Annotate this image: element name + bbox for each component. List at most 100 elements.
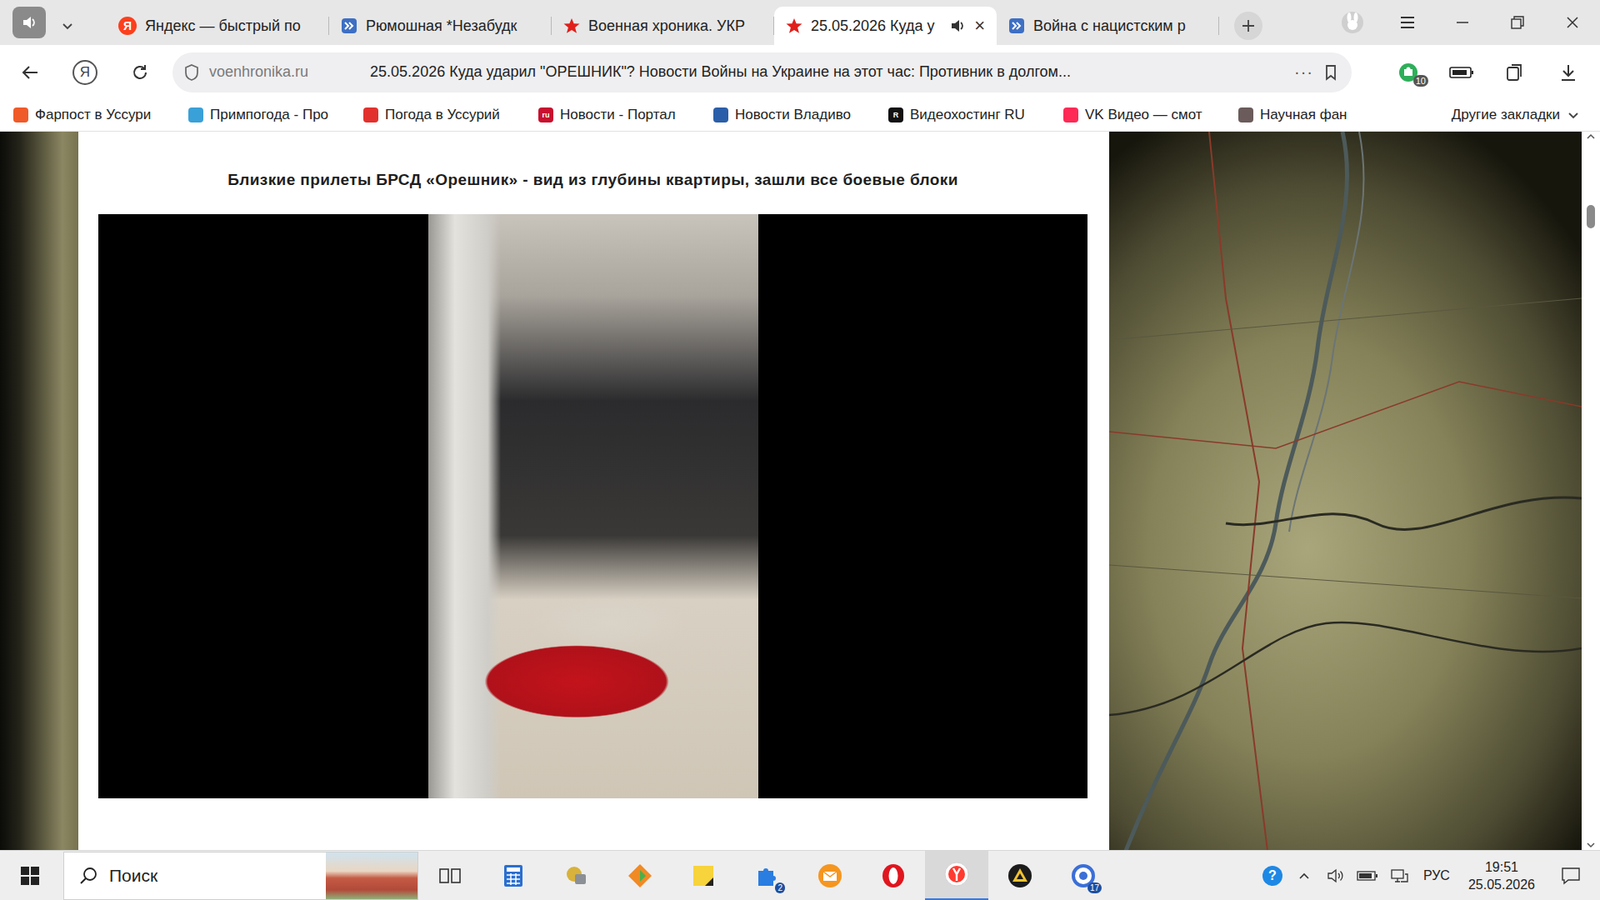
bookmark-label: Примпогода - Про bbox=[210, 106, 329, 124]
reload-button[interactable] bbox=[112, 50, 168, 95]
video-player[interactable] bbox=[98, 214, 1088, 799]
back-button[interactable] bbox=[2, 50, 58, 95]
download-icon bbox=[1558, 62, 1579, 83]
close-window-button[interactable] bbox=[1545, 0, 1600, 45]
speaker-icon bbox=[20, 14, 38, 31]
taskbar-app[interactable] bbox=[545, 850, 609, 900]
yandex-favicon: Я bbox=[118, 16, 137, 35]
bookmark-favicon bbox=[1238, 107, 1254, 123]
scroll-up-icon[interactable] bbox=[1585, 131, 1596, 142]
bookmark-favicon: ru bbox=[538, 107, 554, 123]
bookmark-item[interactable]: Новости Владиво bbox=[713, 106, 889, 124]
extensions-button[interactable]: 10 bbox=[1381, 50, 1435, 95]
taskbar-app[interactable]: 2 bbox=[735, 850, 799, 900]
collections-button[interactable] bbox=[1488, 50, 1542, 95]
svg-icon bbox=[949, 17, 966, 35]
bookmark-item[interactable]: Фарпост в Уссури bbox=[13, 106, 189, 124]
taskbar-app[interactable] bbox=[608, 850, 672, 900]
taskbar-app[interactable] bbox=[861, 850, 925, 900]
icon-shape bbox=[960, 22, 963, 30]
battery-button[interactable] bbox=[1435, 50, 1489, 95]
site-favicon-icon bbox=[340, 17, 358, 35]
extensions-badge: 10 bbox=[1413, 75, 1429, 87]
restore-button[interactable] bbox=[1490, 0, 1545, 45]
browser-tab[interactable]: Война с нацистским р bbox=[996, 6, 1220, 45]
network-button[interactable] bbox=[1383, 850, 1415, 900]
svg-icon bbox=[1454, 14, 1471, 31]
tab-audio-button[interactable] bbox=[12, 6, 46, 39]
input-language[interactable]: РУС bbox=[1415, 868, 1459, 884]
help-button[interactable]: ? bbox=[1256, 850, 1289, 900]
svg-icon bbox=[563, 862, 590, 890]
article-heading: Близкие прилеты БРСД «Орешник» - вид из … bbox=[98, 170, 1088, 190]
icon-shape bbox=[32, 19, 35, 26]
red-star-icon bbox=[785, 17, 803, 35]
yandex-button[interactable]: Я bbox=[57, 50, 113, 95]
menu-button[interactable] bbox=[1380, 0, 1435, 45]
icon-shape bbox=[1079, 871, 1088, 880]
reload-icon bbox=[130, 62, 150, 83]
tab-close-button[interactable]: × bbox=[974, 16, 985, 35]
scroll-down-icon[interactable] bbox=[1585, 840, 1596, 850]
icon-shape bbox=[640, 870, 646, 882]
volume-button[interactable] bbox=[1320, 850, 1352, 900]
help-icon-text: ? bbox=[1262, 865, 1283, 886]
taskbar-app[interactable] bbox=[988, 850, 1052, 900]
icon-shape bbox=[823, 871, 837, 877]
svg-icon bbox=[340, 17, 358, 35]
notifications-button[interactable] bbox=[1545, 850, 1597, 900]
shield-icon[interactable] bbox=[182, 63, 201, 82]
icon-shape bbox=[951, 20, 960, 32]
icon-shape bbox=[1567, 17, 1578, 28]
scrollbar[interactable] bbox=[1581, 131, 1600, 850]
svg-icon bbox=[1356, 870, 1379, 882]
browser-tab[interactable]: 25.05.2026 Куда у× bbox=[774, 6, 997, 45]
bookmark-item[interactable]: Научная фан bbox=[1238, 106, 1414, 124]
plus-icon bbox=[1240, 18, 1256, 34]
icon-shape bbox=[1008, 864, 1032, 888]
bookmark-item[interactable]: ruНовости - Портал bbox=[538, 106, 714, 124]
tab-list-button[interactable] bbox=[45, 6, 90, 45]
battery-button[interactable] bbox=[1351, 850, 1384, 900]
icon-shape bbox=[1587, 135, 1595, 139]
browser-tab[interactable]: Рюмошная *Незабудк bbox=[329, 6, 552, 45]
icon-shape bbox=[693, 865, 714, 886]
profile-button[interactable] bbox=[1325, 0, 1380, 45]
yandex-logo: Я bbox=[72, 60, 98, 85]
taskbar-app[interactable] bbox=[798, 850, 862, 900]
taskbar-app[interactable] bbox=[418, 850, 482, 900]
icon-shape bbox=[84, 868, 96, 880]
address-field[interactable]: voenhronika.ru25.05.2026 Куда ударил "ОР… bbox=[172, 52, 1352, 93]
icon-shape bbox=[23, 66, 38, 79]
bookmark-item[interactable]: VK Видео — смот bbox=[1063, 106, 1239, 124]
bookmark-item[interactable]: Примпогода - Про bbox=[188, 106, 364, 124]
start-button[interactable] bbox=[0, 850, 60, 900]
bookmarks-bar: Фарпост в Уссури Примпогода - Про Погода в… bbox=[0, 99, 1600, 132]
bookmark-item[interactable]: Погода в Уссурий bbox=[363, 106, 539, 124]
icon-shape bbox=[140, 65, 145, 70]
taskbar-app[interactable] bbox=[925, 850, 989, 900]
tab-title: Яндекс — быстрый по bbox=[145, 17, 318, 35]
scrollbar-thumb[interactable] bbox=[1586, 205, 1595, 229]
search-highlight-image bbox=[325, 852, 418, 900]
bookmark-icon[interactable] bbox=[1321, 63, 1340, 82]
icon-shape bbox=[1012, 22, 1020, 30]
more-button[interactable]: ··· bbox=[1294, 62, 1314, 82]
taskbar-search[interactable]: Поиск bbox=[63, 851, 419, 900]
clock[interactable]: 19:5125.05.2026 bbox=[1458, 858, 1545, 894]
taskbar-app[interactable]: 17 bbox=[1051, 850, 1115, 900]
new-tab-button[interactable] bbox=[1234, 11, 1263, 40]
browser-tab[interactable]: Военная хроника. УКР bbox=[551, 6, 775, 45]
taskbar-app[interactable] bbox=[671, 850, 735, 900]
bookmark-item[interactable]: RВидеохостинг RU bbox=[888, 106, 1064, 124]
minimize-button[interactable] bbox=[1435, 0, 1490, 45]
downloads-button[interactable] bbox=[1541, 50, 1595, 95]
speaker-icon[interactable] bbox=[949, 17, 966, 35]
other-bookmarks[interactable]: Другие закладки bbox=[1451, 106, 1580, 124]
svg-icon bbox=[943, 860, 970, 888]
svg-icon bbox=[1560, 866, 1581, 885]
browser-tab[interactable]: Я Яндекс — быстрый по bbox=[106, 6, 330, 45]
tray-overflow-button[interactable] bbox=[1288, 850, 1320, 900]
svg-icon bbox=[1008, 17, 1025, 35]
taskbar-app[interactable] bbox=[481, 850, 545, 900]
